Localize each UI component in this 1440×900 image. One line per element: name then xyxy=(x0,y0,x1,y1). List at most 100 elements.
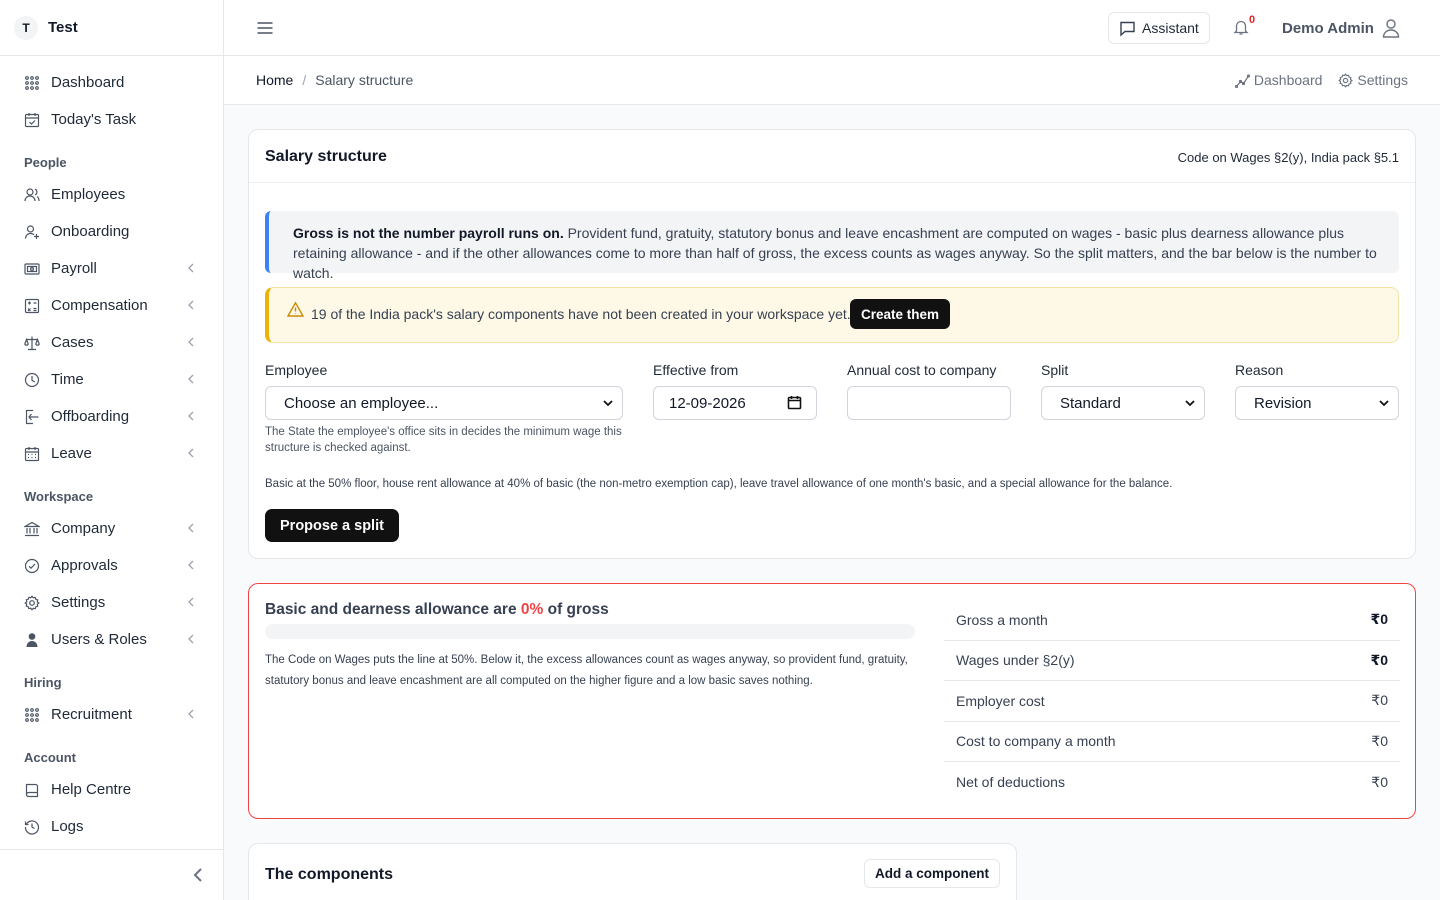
workspace-brand[interactable]: T Test xyxy=(0,0,223,56)
sidebar-item-employees[interactable]: Employees xyxy=(0,176,223,213)
wage-ratio-card: Basic and dearness allowance are 0% of g… xyxy=(248,583,1416,819)
totals-row-net: Net of deductions ₹0 xyxy=(944,762,1400,803)
chevron-left-icon xyxy=(188,374,194,384)
totals-row-value: ₹0 xyxy=(1370,611,1388,628)
totals-list: Gross a month ₹0 Wages under §2(y) ₹0 Em… xyxy=(944,600,1400,803)
employee-select[interactable]: Choose an employee... xyxy=(265,386,623,420)
breadcrumb-current: Salary structure xyxy=(315,72,414,88)
sidebar-item-leave[interactable]: Leave xyxy=(0,435,223,472)
split-select[interactable]: Standard xyxy=(1041,386,1205,420)
user-plus-icon xyxy=(24,224,40,240)
add-component-button[interactable]: Add a component xyxy=(864,859,1000,888)
wage-ratio-progress-bar xyxy=(265,624,915,639)
sidebar-item-users-roles[interactable]: Users & Roles xyxy=(0,621,223,658)
effective-from-label: Effective from xyxy=(653,362,739,378)
totals-row-label: Wages under §2(y) xyxy=(956,652,1075,669)
sidebar-item-label: Logs xyxy=(51,818,84,835)
sidebar-item-payroll[interactable]: Payroll xyxy=(0,250,223,287)
check-circle-icon xyxy=(24,558,40,574)
sidebar-item-todays-task[interactable]: Today's Task xyxy=(0,101,223,138)
wage-ratio-title-suffix: of gross xyxy=(543,601,609,618)
salary-structure-card: Salary structure Code on Wages §2(y), In… xyxy=(248,129,1416,559)
bank-icon xyxy=(24,521,40,537)
nav-section-workspace: Workspace xyxy=(24,488,94,504)
info-callout-heading: Gross is not the number payroll runs on. xyxy=(293,225,564,241)
reason-select[interactable]: Revision xyxy=(1235,386,1399,420)
info-callout: Gross is not the number payroll runs on.… xyxy=(265,211,1399,281)
warning-callout: 19 of the India pack's salary components… xyxy=(265,287,1399,343)
reason-label: Reason xyxy=(1235,362,1284,378)
bell-icon[interactable] xyxy=(1232,18,1250,36)
effective-from-date-input[interactable]: 12-09-2026 xyxy=(653,386,817,420)
clock-icon xyxy=(24,372,40,388)
user-name[interactable]: Demo Admin xyxy=(1282,20,1374,37)
assistant-button[interactable]: Assistant xyxy=(1108,12,1210,44)
dashboard-link[interactable]: Dashboard xyxy=(1234,72,1323,88)
nav-section-people: People xyxy=(24,154,67,170)
chevron-left-icon xyxy=(188,263,194,273)
components-card: The components Add a component xyxy=(248,843,1017,900)
effective-from-value: 12-09-2026 xyxy=(669,394,746,412)
sidebar-item-onboarding[interactable]: Onboarding xyxy=(0,213,223,250)
split-description: Basic at the 50% floor, house rent allow… xyxy=(265,478,1173,490)
nav-section-account: Account xyxy=(24,749,76,765)
collapse-sidebar-icon[interactable] xyxy=(191,866,205,884)
sidebar-item-logs[interactable]: Logs xyxy=(0,808,223,845)
chevron-down-icon xyxy=(603,400,613,407)
sidebar-item-settings[interactable]: Settings xyxy=(0,584,223,621)
users-icon xyxy=(24,187,40,203)
totals-row-value: ₹0 xyxy=(1371,692,1388,709)
chevron-left-icon xyxy=(188,634,194,644)
logout-icon xyxy=(24,409,40,425)
sidebar-item-dashboard[interactable]: Dashboard xyxy=(0,64,223,101)
chevron-left-icon xyxy=(188,709,194,719)
reason-select-value: Revision xyxy=(1254,394,1312,412)
create-components-button[interactable]: Create them xyxy=(850,299,951,329)
nav-section-hiring: Hiring xyxy=(24,674,62,690)
chevron-left-icon xyxy=(188,560,194,570)
breadcrumb-separator: / xyxy=(302,72,307,88)
hamburger-menu-icon[interactable] xyxy=(256,19,274,37)
sidebar-item-compensation[interactable]: Compensation xyxy=(0,287,223,324)
chevron-left-icon xyxy=(188,337,194,347)
totals-row-label: Cost to company a month xyxy=(956,733,1116,750)
totals-row-gross: Gross a month ₹0 xyxy=(944,600,1400,641)
calendar-icon[interactable] xyxy=(787,395,802,410)
propose-split-button[interactable]: Propose a split xyxy=(265,509,399,542)
sidebar-item-recruitment[interactable]: Recruitment xyxy=(0,696,223,733)
chevron-down-icon xyxy=(1379,400,1389,407)
chevron-left-icon xyxy=(188,448,194,458)
sidebar-item-label: Settings xyxy=(51,594,106,611)
sidebar-item-time[interactable]: Time xyxy=(0,361,223,398)
sidebar-item-offboarding[interactable]: Offboarding xyxy=(0,398,223,435)
sidebar-item-label: Today's Task xyxy=(51,111,137,128)
page-title: Salary structure xyxy=(265,148,387,165)
sidebar-item-label: Cases xyxy=(51,334,94,351)
breadcrumb-home-link[interactable]: Home xyxy=(256,72,293,88)
grid-icon xyxy=(24,707,40,723)
wage-ratio-title-prefix: Basic and dearness allowance are xyxy=(265,601,521,618)
sidebar-item-company[interactable]: Company xyxy=(0,510,223,547)
annual-ctc-input[interactable] xyxy=(847,386,1011,420)
sidebar-item-label: Employees xyxy=(51,186,126,203)
chevron-down-icon xyxy=(1185,400,1195,407)
breadcrumb-bar: Home / Salary structure Dashboard Settin… xyxy=(224,56,1440,105)
money-icon xyxy=(24,261,40,277)
sidebar-item-label: Offboarding xyxy=(51,408,130,425)
split-select-value: Standard xyxy=(1060,394,1121,412)
annual-ctc-label: Annual cost to company xyxy=(847,362,997,378)
dashboard-link-label: Dashboard xyxy=(1253,72,1323,88)
split-label: Split xyxy=(1041,362,1069,378)
user-icon[interactable] xyxy=(1381,18,1401,38)
chevron-left-icon xyxy=(188,597,194,607)
sidebar-item-label: Users & Roles xyxy=(51,631,147,648)
sidebar-item-label: Dashboard xyxy=(51,74,125,91)
settings-link[interactable]: Settings xyxy=(1338,72,1408,88)
sidebar-item-help-centre[interactable]: Help Centre xyxy=(0,771,223,808)
warning-triangle-icon xyxy=(287,301,304,317)
topbar: Assistant 0 Demo Admin xyxy=(224,0,1440,56)
sidebar-item-label: Onboarding xyxy=(51,223,130,240)
totals-row-employer-cost: Employer cost ₹0 xyxy=(944,681,1400,722)
sidebar-item-approvals[interactable]: Approvals xyxy=(0,547,223,584)
sidebar-item-cases[interactable]: Cases xyxy=(0,324,223,361)
